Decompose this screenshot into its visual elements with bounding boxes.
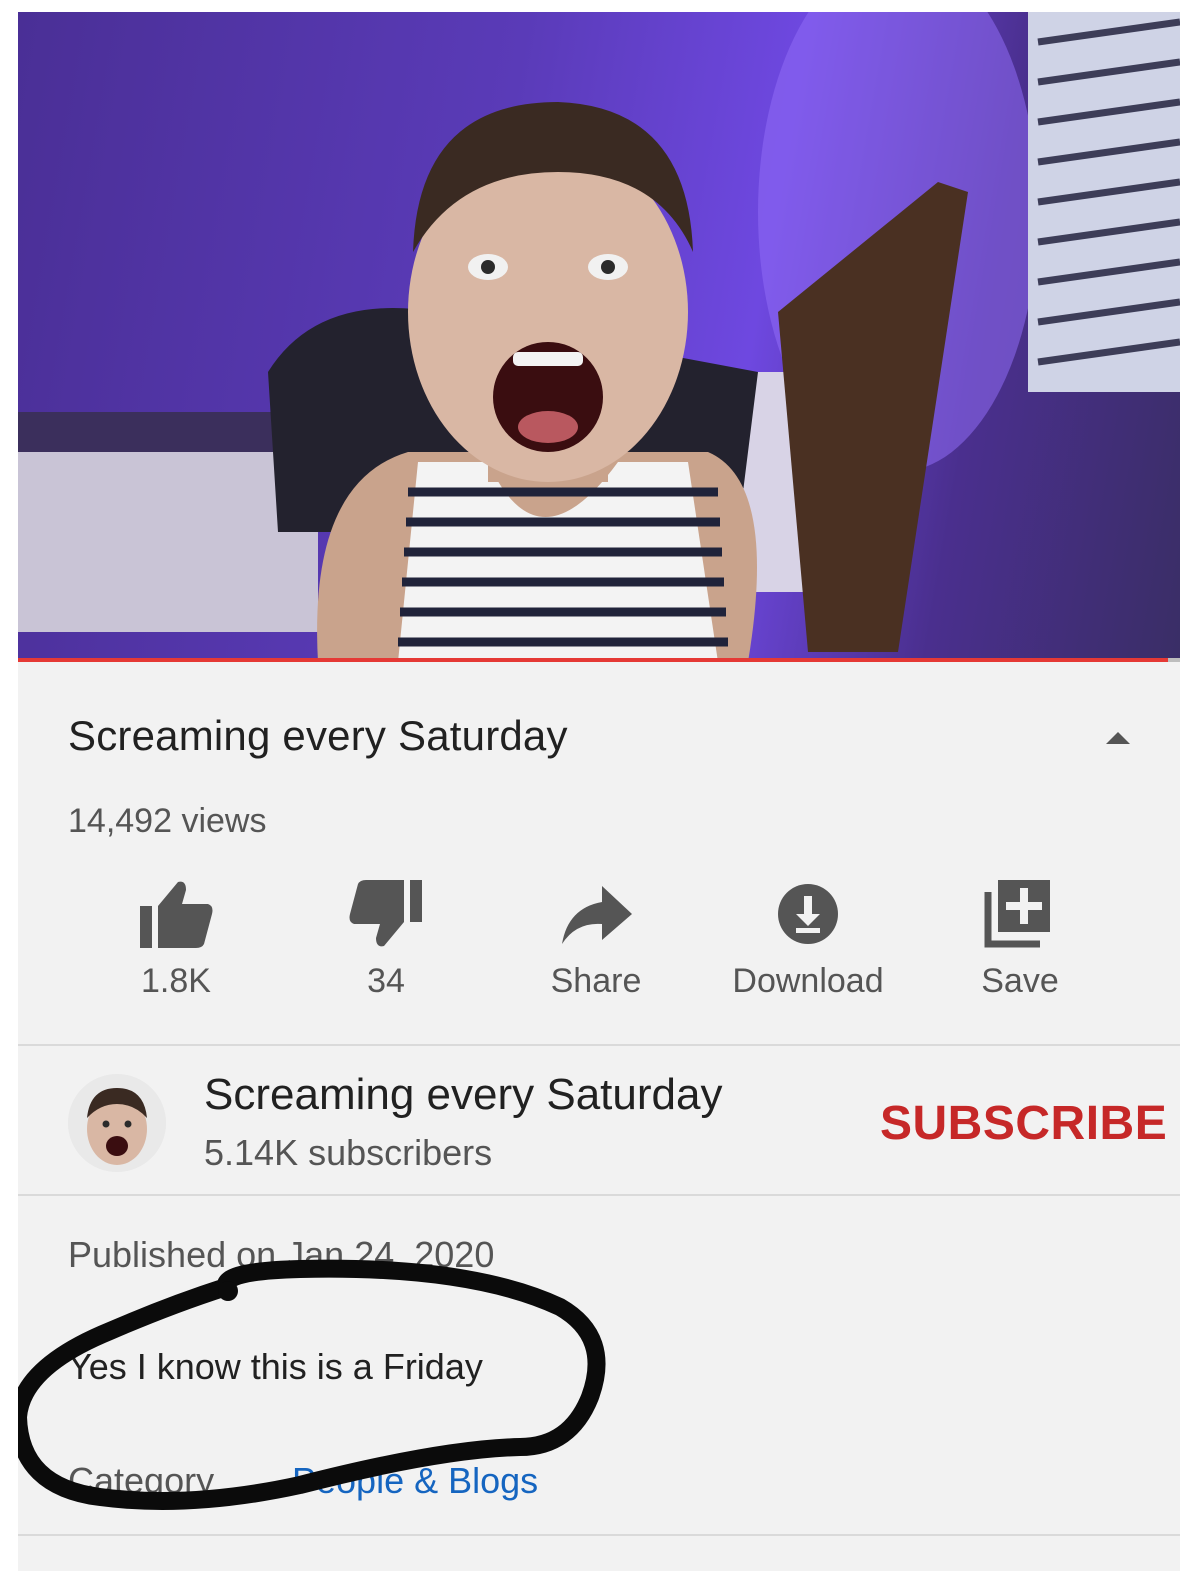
thumb-down-icon (349, 880, 422, 947)
like-count: 1.8K (141, 962, 211, 1000)
marker-circle-annotation (18, 1259, 606, 1510)
video-progress-bar[interactable] (18, 658, 1180, 662)
divider (18, 1194, 1180, 1196)
divider (18, 1534, 1180, 1536)
video-frame-illustration (18, 12, 1180, 662)
app-frame: Screaming every Saturday 14,492 views 1.… (18, 12, 1180, 1571)
share-label: Share (550, 962, 642, 1000)
video-player[interactable] (18, 12, 1180, 662)
save-label: Save (981, 962, 1059, 1000)
dislike-button[interactable]: 34 (286, 874, 486, 1001)
avatar-face-illustration (68, 1074, 166, 1172)
download-icon (778, 884, 838, 944)
channel-name[interactable]: Screaming every Saturday (204, 1070, 722, 1120)
video-title: Screaming every Saturday (68, 712, 568, 759)
download-label: Download (732, 962, 884, 1000)
download-button[interactable]: Download (708, 874, 908, 1001)
playlist-add-icon (984, 880, 1050, 948)
save-button[interactable]: Save (920, 874, 1120, 1001)
view-count: 14,492 views (68, 802, 267, 840)
subscribe-button[interactable]: SUBSCRIBE (880, 1096, 1167, 1151)
collapse-caret-icon[interactable] (1106, 732, 1130, 744)
dislike-count: 34 (367, 962, 405, 1000)
action-bar: 1.8K 34 Share Download Save (18, 874, 1180, 1024)
subscriber-count: 5.14K subscribers (204, 1132, 493, 1173)
channel-avatar[interactable] (68, 1074, 166, 1172)
divider (18, 1044, 1180, 1046)
thumb-up-icon (140, 881, 213, 948)
video-progress-fill (18, 658, 1169, 662)
share-button[interactable]: Share (496, 874, 696, 1001)
share-arrow-icon (562, 886, 632, 944)
like-button[interactable]: 1.8K (76, 874, 276, 1001)
